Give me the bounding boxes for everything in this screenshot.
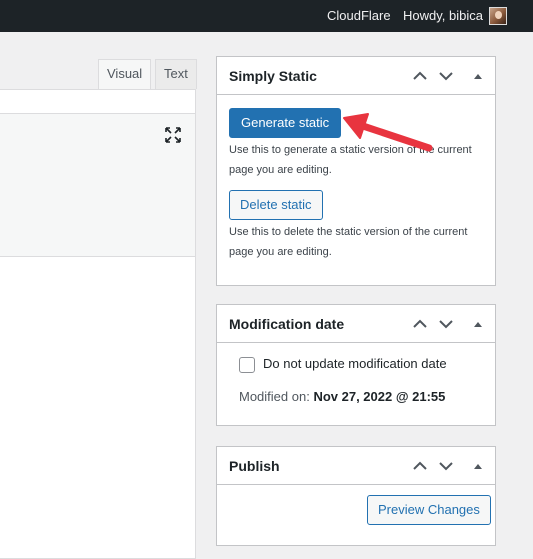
avatar[interactable]	[489, 7, 507, 25]
preview-changes-button[interactable]: Preview Changes	[367, 495, 491, 525]
chevron-down-icon[interactable]	[438, 316, 454, 332]
generate-static-button[interactable]: Generate static	[229, 108, 342, 138]
modification-date-title: Modification date	[229, 316, 345, 332]
tab-text[interactable]: Text	[155, 59, 197, 89]
admin-bar-account-link[interactable]: Howdy, bibica	[403, 0, 483, 32]
modified-on-prefix: Modified on:	[239, 389, 310, 404]
chevron-down-icon[interactable]	[438, 68, 454, 84]
chevron-up-icon[interactable]	[412, 68, 428, 84]
triangle-up-icon[interactable]	[470, 458, 486, 474]
modified-on-text: Modified on: Nov 27, 2022 @ 21:55	[239, 389, 445, 404]
red-arrow-icon	[343, 113, 433, 152]
modified-on-value: Nov 27, 2022 @ 21:55	[313, 389, 446, 404]
publish-title: Publish	[229, 458, 280, 474]
simply-static-box: Simply Static Generate static Use this t…	[216, 56, 496, 286]
triangle-up-icon[interactable]	[470, 68, 486, 84]
admin-bar-cloudflare-link[interactable]: CloudFlare	[327, 0, 391, 32]
do-not-update-label[interactable]: Do not update modification date	[263, 356, 447, 371]
do-not-update-checkbox[interactable]	[239, 357, 255, 373]
modification-date-box: Modification date Do not update modifica…	[216, 304, 496, 426]
simply-static-title: Simply Static	[229, 68, 317, 84]
admin-bar: CloudFlare Howdy, bibica	[0, 0, 533, 32]
simply-static-header: Simply Static	[217, 57, 495, 95]
delete-static-button[interactable]: Delete static	[229, 190, 323, 220]
chevron-up-icon[interactable]	[412, 458, 428, 474]
editor-content-area[interactable]	[0, 89, 196, 559]
expand-icon[interactable]	[164, 126, 182, 144]
publish-box: Publish Preview Changes	[216, 446, 496, 546]
chevron-down-icon[interactable]	[438, 458, 454, 474]
delete-static-help: Use this to delete the static version of…	[229, 226, 468, 258]
publish-header: Publish	[217, 447, 495, 485]
chevron-up-icon[interactable]	[412, 316, 428, 332]
editor-toolbar-row	[0, 90, 195, 114]
editor-tabs: Visual Text	[0, 56, 197, 89]
tab-visual[interactable]: Visual	[98, 59, 152, 89]
modification-date-header: Modification date	[217, 305, 495, 343]
triangle-up-icon[interactable]	[470, 316, 486, 332]
